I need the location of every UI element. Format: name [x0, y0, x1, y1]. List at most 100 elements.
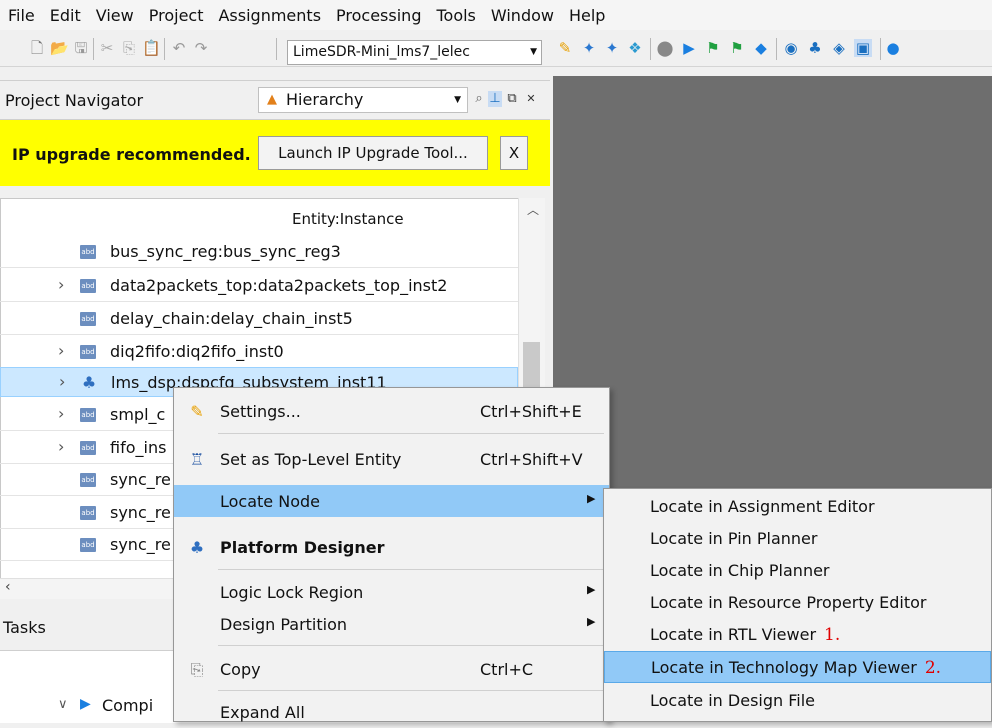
annotation-1: 1.	[824, 625, 841, 645]
row-label: delay_chain:delay_chain_inst5	[110, 309, 353, 328]
platform-designer-tb-icon[interactable]: ▣	[854, 39, 872, 57]
fitter-icon[interactable]: ❖	[626, 39, 644, 57]
menu-item-expand-all[interactable]: Expand All	[174, 696, 609, 728]
scroll-left-icon[interactable]: ‹	[5, 579, 11, 595]
view-value: Hierarchy	[286, 90, 364, 109]
revision-value: LimeSDR-Mini_lms7_lelec	[293, 44, 470, 60]
timing-icon[interactable]: ◆	[752, 39, 770, 57]
submenu-arrow-icon: ▶	[587, 492, 596, 505]
submenu-item-pin-planner[interactable]: Locate in Pin Planner	[604, 523, 991, 555]
chip-planner-icon[interactable]: ◉	[782, 39, 800, 57]
help-bubble-icon[interactable]: ●	[884, 39, 902, 57]
redo-icon[interactable]: ↷	[192, 39, 210, 57]
menu-item-platform-designer[interactable]: ♣ Platform Designer	[174, 531, 609, 563]
close-icon[interactable]: ✕	[524, 91, 538, 107]
menu-edit[interactable]: Edit	[42, 6, 88, 25]
open-folder-icon[interactable]: 📂	[50, 39, 69, 57]
abd-entity-icon: abd	[80, 279, 96, 293]
menu-view[interactable]: View	[88, 6, 141, 25]
chevron-right-icon[interactable]: ›	[58, 341, 64, 360]
tree-row[interactable]: abd bus_sync_reg:bus_sync_reg3	[0, 237, 518, 268]
row-label: sync_re	[110, 503, 171, 522]
abd-entity-icon: abd	[80, 408, 96, 422]
top-level-icon: ♖	[189, 450, 205, 469]
submenu-item-technology-map-viewer[interactable]: Locate in Technology Map Viewer 2.	[604, 651, 991, 683]
programmer-icon[interactable]: ◈	[830, 39, 848, 57]
menu-item-settings[interactable]: ✎ Settings... Ctrl+Shift+E	[174, 395, 609, 427]
cut-icon[interactable]: ✂	[98, 39, 116, 57]
chevron-down-icon: ▼	[530, 47, 537, 57]
tree-row[interactable]: abd delay_chain:delay_chain_inst5	[0, 304, 518, 335]
pin-icon[interactable]: ⊥	[488, 91, 502, 107]
copy-icon[interactable]: ⎘	[120, 39, 138, 57]
row-label: sync_re	[110, 470, 171, 489]
menu-item-design-partition[interactable]: Design Partition ▶	[174, 608, 609, 640]
row-label: diq2fifo:diq2fifo_inst0	[110, 342, 284, 361]
submenu-arrow-icon: ▶	[587, 583, 596, 596]
row-label: data2packets_top:data2packets_top_inst2	[110, 276, 448, 295]
menu-tools[interactable]: Tools	[428, 6, 482, 25]
settings-pencil-icon[interactable]: ✎	[556, 39, 574, 57]
chevron-right-icon[interactable]: ›	[58, 404, 64, 423]
compile-play-icon[interactable]: ▶	[680, 39, 698, 57]
row-label: fifo_ins	[110, 438, 167, 457]
platform-designer-icon: ♣	[189, 538, 205, 557]
view-select[interactable]: ▲ Hierarchy ▼	[258, 87, 468, 113]
menu-help[interactable]: Help	[561, 6, 612, 25]
banner-close-button[interactable]: X	[500, 136, 528, 170]
locate-node-submenu: Locate in Assignment Editor Locate in Pi…	[603, 488, 992, 722]
chevron-right-icon[interactable]: ›	[59, 372, 65, 391]
menu-window[interactable]: Window	[483, 6, 561, 25]
float-window-icon[interactable]: ⧉	[505, 91, 519, 107]
menu-bar: File Edit View Project Assignments Proce…	[0, 0, 992, 30]
abd-entity-icon: abd	[80, 441, 96, 455]
project-navigator-header: Project Navigator ▲ Hierarchy ▼ ⌕ ⊥ ⧉ ✕	[0, 80, 550, 120]
copy-icon: ⎘	[190, 660, 204, 679]
submenu-item-chip-planner[interactable]: Locate in Chip Planner	[604, 555, 991, 587]
submenu-item-design-file[interactable]: Locate in Design File	[604, 685, 991, 717]
submenu-item-rtl-viewer[interactable]: Locate in RTL Viewer 1.	[604, 619, 991, 651]
abd-entity-icon: abd	[80, 473, 96, 487]
launch-ip-upgrade-button[interactable]: Launch IP Upgrade Tool...	[258, 136, 488, 170]
tree-row[interactable]: › abd diq2fifo:diq2fifo_inst0	[0, 337, 518, 368]
row-label: sync_re	[110, 535, 171, 554]
chevron-down-icon[interactable]: ∨	[58, 697, 68, 712]
undo-icon[interactable]: ↶	[170, 39, 188, 57]
synthesis-flag-icon[interactable]: ⚑	[728, 39, 746, 57]
tree-row[interactable]: › abd data2packets_top:data2packets_top_…	[0, 271, 518, 302]
submenu-item-assignment-editor[interactable]: Locate in Assignment Editor	[604, 491, 991, 523]
netlist-viewer-icon[interactable]: ♣	[806, 39, 824, 57]
paste-icon[interactable]: 📋	[142, 39, 161, 57]
analysis-icon[interactable]: ✦	[580, 39, 598, 57]
save-icon[interactable]: 🖫	[72, 39, 90, 57]
chevron-down-icon: ▼	[454, 95, 461, 105]
hierarchy-icon: ♣	[81, 373, 97, 392]
menu-item-locate-node[interactable]: Locate Node ▶	[174, 485, 609, 517]
abd-entity-icon: abd	[80, 506, 96, 520]
chevron-right-icon[interactable]: ›	[58, 437, 64, 456]
menu-processing[interactable]: Processing	[328, 6, 428, 25]
menu-file[interactable]: File	[0, 6, 42, 25]
search-icon[interactable]: ⌕	[472, 91, 486, 107]
abd-entity-icon: abd	[80, 538, 96, 552]
menu-item-logic-lock-region[interactable]: Logic Lock Region ▶	[174, 576, 609, 608]
new-file-icon[interactable]: 🗋	[28, 39, 46, 57]
scroll-thumb[interactable]	[523, 342, 540, 390]
submenu-arrow-icon: ▶	[587, 615, 596, 628]
tasks-title: Tasks	[3, 618, 46, 637]
chevron-right-icon[interactable]: ›	[58, 275, 64, 294]
menu-item-set-top-level[interactable]: ♖ Set as Top-Level Entity Ctrl+Shift+V	[174, 443, 609, 475]
scroll-up-icon[interactable]: ︿	[527, 201, 539, 218]
annotation-2: 2.	[924, 658, 942, 678]
submenu-item-resource-property-editor[interactable]: Locate in Resource Property Editor	[604, 587, 991, 619]
analysis-flag-icon[interactable]: ⚑	[704, 39, 722, 57]
menu-assignments[interactable]: Assignments	[210, 6, 328, 25]
menu-project[interactable]: Project	[141, 6, 211, 25]
revision-select[interactable]: LimeSDR-Mini_lms7_lelec ▼	[287, 40, 542, 65]
row-label: bus_sync_reg:bus_sync_reg3	[110, 242, 341, 261]
task-label[interactable]: Compi	[102, 696, 153, 715]
stop-icon[interactable]: ⬤	[656, 39, 674, 57]
menu-item-copy[interactable]: ⎘ Copy Ctrl+C	[174, 653, 609, 685]
panel-title: Project Navigator	[5, 91, 144, 110]
synthesis-icon[interactable]: ✦	[603, 39, 621, 57]
